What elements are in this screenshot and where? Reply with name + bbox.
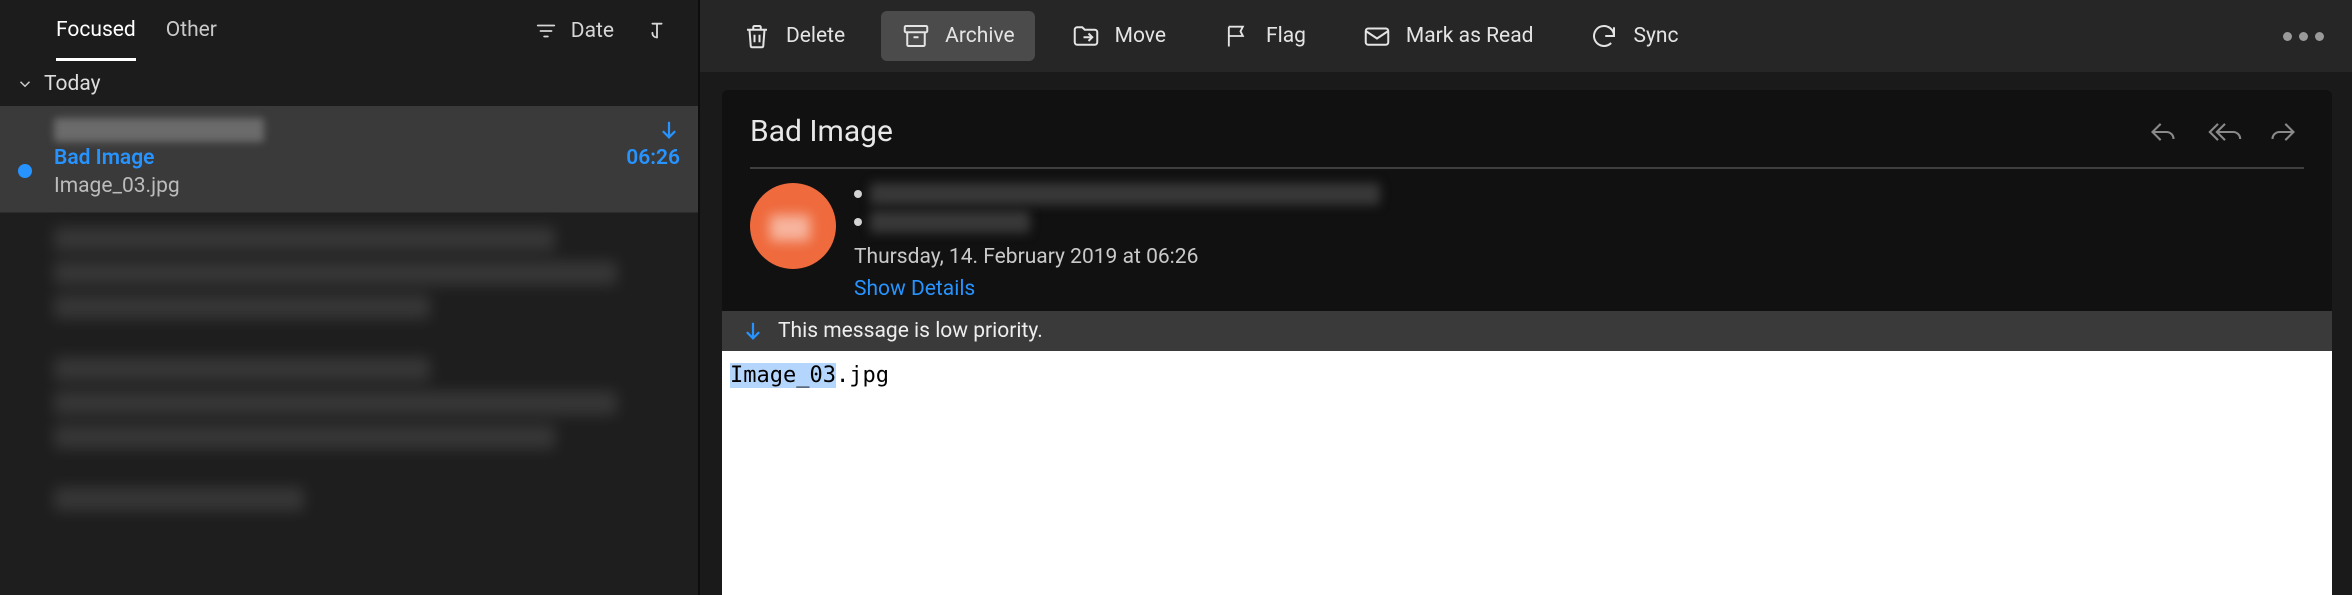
to-line: [854, 211, 1380, 233]
more-actions-button[interactable]: [2277, 32, 2330, 41]
tabs-row: Focused Other Date: [0, 0, 700, 62]
reply-button[interactable]: [2146, 118, 2180, 146]
section-label: Today: [44, 72, 101, 96]
low-priority-arrow-icon: [742, 320, 764, 342]
message-sender-row: [54, 118, 680, 142]
toolbar-label: Move: [1115, 24, 1166, 48]
message-time: 06:26: [626, 146, 680, 170]
sender-avatar[interactable]: [750, 183, 836, 269]
trash-icon: [742, 21, 772, 51]
priority-text: This message is low priority.: [778, 319, 1043, 343]
bullet-icon: [854, 218, 862, 226]
envelope-icon: [1362, 21, 1392, 51]
toolbar-label: Mark as Read: [1406, 24, 1534, 48]
redacted-from: [870, 183, 1380, 205]
message-item-redacted[interactable]: [0, 473, 700, 535]
message-content: Bad Image: [722, 90, 2332, 595]
show-details-link[interactable]: Show Details: [854, 277, 1380, 301]
message-preview: Image_03.jpg: [54, 174, 680, 198]
section-header-today[interactable]: Today: [0, 62, 700, 106]
tab-focused[interactable]: Focused: [56, 2, 136, 61]
archive-button[interactable]: Archive: [881, 11, 1034, 61]
message-list-panel: Focused Other Date: [0, 0, 700, 595]
sync-button[interactable]: Sync: [1569, 11, 1698, 61]
body-highlighted-text: Image_03: [730, 363, 836, 388]
dot-icon: [2283, 32, 2292, 41]
toolbar-label: Flag: [1266, 24, 1306, 48]
meta-text: Thursday, 14. February 2019 at 06:26 Sho…: [854, 183, 1380, 301]
filter-icon: [531, 16, 561, 46]
dot-icon: [2299, 32, 2308, 41]
redacted-sender: [54, 118, 264, 142]
folder-move-icon: [1071, 21, 1101, 51]
message-meta: Thursday, 14. February 2019 at 06:26 Sho…: [722, 169, 2332, 311]
reply-actions: [2146, 118, 2300, 146]
message-item-redacted[interactable]: [0, 343, 700, 473]
flag-button[interactable]: Flag: [1202, 11, 1326, 61]
avatar-initials-redacted: [770, 215, 810, 241]
sync-icon: [1589, 21, 1619, 51]
reply-all-button[interactable]: [2206, 118, 2240, 146]
message-title-row: Bad Image 06:26: [54, 146, 680, 170]
toolbar-label: Archive: [945, 24, 1014, 48]
subject-row: Bad Image: [722, 90, 2332, 167]
chevron-down-icon: [16, 75, 34, 93]
message-date: Thursday, 14. February 2019 at 06:26: [854, 245, 1380, 269]
redacted-to: [870, 211, 1030, 233]
low-priority-arrow-icon: [658, 119, 680, 141]
filter-button[interactable]: Date: [531, 16, 614, 46]
toolbar-label: Delete: [786, 24, 845, 48]
dot-icon: [2315, 32, 2324, 41]
app-root: Focused Other Date: [0, 0, 2352, 595]
message-item-selected[interactable]: Bad Image 06:26 Image_03.jpg: [0, 106, 700, 213]
body-text: .jpg: [836, 363, 889, 388]
reading-pane: Delete Archive: [700, 0, 2352, 595]
message-toolbar: Delete Archive: [700, 0, 2352, 72]
message-subject: Bad Image: [54, 146, 154, 170]
mark-read-button[interactable]: Mark as Read: [1342, 11, 1554, 61]
sort-toggle-icon[interactable]: [642, 16, 672, 46]
priority-banner: This message is low priority.: [722, 311, 2332, 351]
move-button[interactable]: Move: [1051, 11, 1186, 61]
tab-other[interactable]: Other: [166, 2, 217, 61]
delete-button[interactable]: Delete: [722, 11, 865, 61]
flag-icon: [1222, 21, 1252, 51]
forward-button[interactable]: [2266, 118, 2300, 146]
from-line: [854, 183, 1380, 205]
message-body[interactable]: Image_03.jpg: [722, 351, 2332, 595]
unread-dot-icon: [18, 164, 32, 178]
toolbar-label: Sync: [1633, 24, 1678, 48]
bullet-icon: [854, 190, 862, 198]
message-item-redacted[interactable]: [0, 213, 700, 343]
filter-label: Date: [571, 19, 614, 43]
archive-icon: [901, 21, 931, 51]
message-subject-title: Bad Image: [750, 114, 2146, 149]
inbox-tabs: Focused Other: [56, 2, 531, 61]
message-list: Bad Image 06:26 Image_03.jpg: [0, 106, 700, 595]
list-actions: Date: [531, 16, 672, 46]
